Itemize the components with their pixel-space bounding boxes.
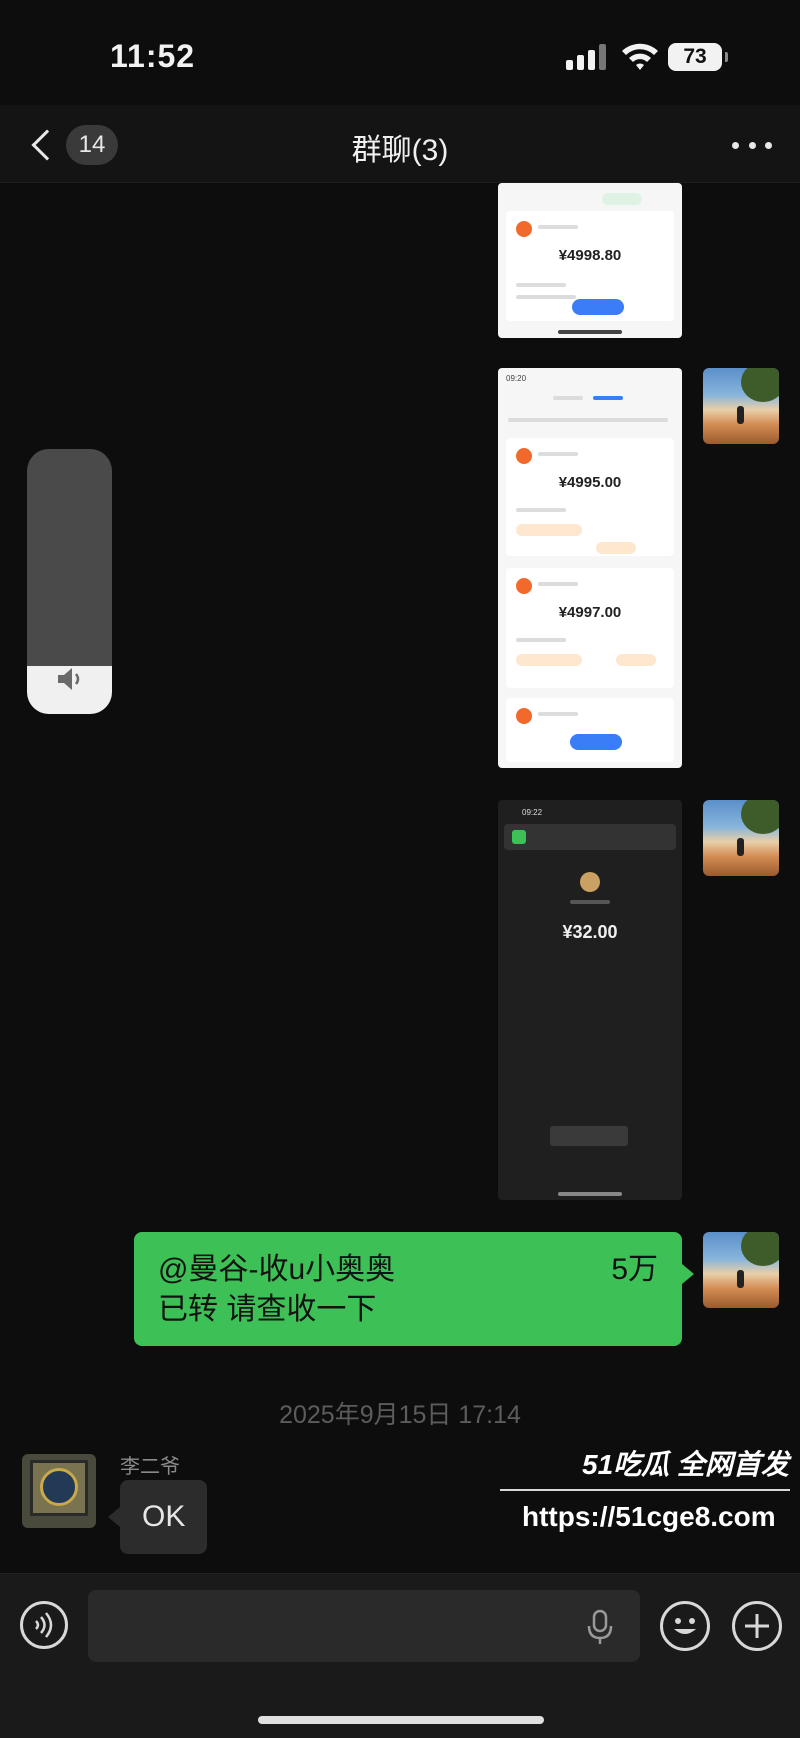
nav-bar: 14 群聊(3) [0, 105, 800, 183]
payment-card: ¥4997.00 [506, 568, 674, 688]
more-options-button[interactable] [732, 135, 772, 155]
payment-card [506, 698, 674, 762]
plus-button[interactable] [732, 1601, 782, 1651]
watermark: 51吃瓜 全网首发 https://51cge8.com [500, 1437, 800, 1557]
voice-icon [35, 1612, 53, 1638]
wifi-icon [622, 43, 658, 70]
input-bar [0, 1573, 800, 1738]
voice-input-toggle[interactable] [20, 1601, 68, 1649]
microphone-icon[interactable] [582, 1608, 618, 1646]
payment-card: ¥4995.00 [506, 438, 674, 556]
avatar [580, 872, 600, 892]
message-timestamp: 2025年9月15日 17:14 [279, 1401, 521, 1429]
payment-amount: ¥4995.00 [558, 474, 622, 491]
notification-banner [504, 824, 676, 850]
amount-text: 5万 [611, 1253, 658, 1286]
payment-card: ¥4998.80 [506, 211, 674, 321]
merchant-logo-icon [516, 448, 532, 464]
action-pill [572, 299, 624, 315]
message-bubble[interactable]: @曼谷-收u小奥奥 5万 已转 请查收一下 [134, 1232, 694, 1346]
message-input[interactable] [88, 1590, 640, 1662]
payment-amount: ¥32.00 [562, 922, 618, 942]
merchant-logo-icon [516, 578, 532, 594]
battery-icon: 73 [668, 43, 728, 71]
image-message[interactable]: 09:22 ¥32.00 [498, 800, 682, 1200]
wechat-icon [512, 830, 526, 844]
merchant-logo-icon [516, 708, 532, 724]
chat-title: 群聊(3) [351, 134, 449, 167]
avatar[interactable] [703, 1232, 779, 1308]
avatar[interactable] [703, 368, 779, 444]
status-bar: 11:52 73 [0, 0, 800, 110]
status-tag [602, 193, 642, 205]
divider [500, 1489, 790, 1491]
status-time: 11:52 [110, 38, 196, 74]
emoji-button[interactable] [660, 1601, 710, 1651]
message-text: OK [142, 1500, 186, 1533]
signal-icon [566, 44, 608, 70]
merchant-logo-icon [516, 221, 532, 237]
message-bubble[interactable]: OK [107, 1480, 208, 1554]
watermark-url: https://51cge8.com [522, 1501, 776, 1532]
action-pill [570, 734, 622, 750]
speaker-icon [58, 668, 80, 690]
done-button [550, 1126, 628, 1146]
smiley-icon [674, 1618, 696, 1634]
shot-time: 09:20 [506, 374, 527, 383]
sender-name: 李二爷 [120, 1456, 180, 1478]
payment-amount: ¥4997.00 [558, 604, 622, 621]
payment-amount: ¥4998.80 [558, 247, 622, 264]
watermark-brand: 51吃瓜 全网首发 [582, 1449, 789, 1480]
message-text: 已转 请查收一下 [158, 1293, 377, 1326]
home-indicator [258, 1716, 544, 1724]
mention-text: @曼谷-收u小奥奥 [158, 1253, 396, 1286]
shot-time: 09:22 [522, 808, 543, 817]
image-message[interactable]: 09:20 ¥4995.00 ¥4997.00 [498, 368, 682, 768]
volume-hud [27, 449, 112, 714]
chat-list[interactable]: ¥4998.80 09:20 ¥4995.00 ¥4997.00 09:22 ¥… [0, 183, 800, 1573]
image-message[interactable]: ¥4998.80 [498, 183, 682, 338]
avatar[interactable] [703, 800, 779, 876]
plus-icon [745, 1614, 769, 1638]
avatar[interactable] [22, 1454, 96, 1528]
